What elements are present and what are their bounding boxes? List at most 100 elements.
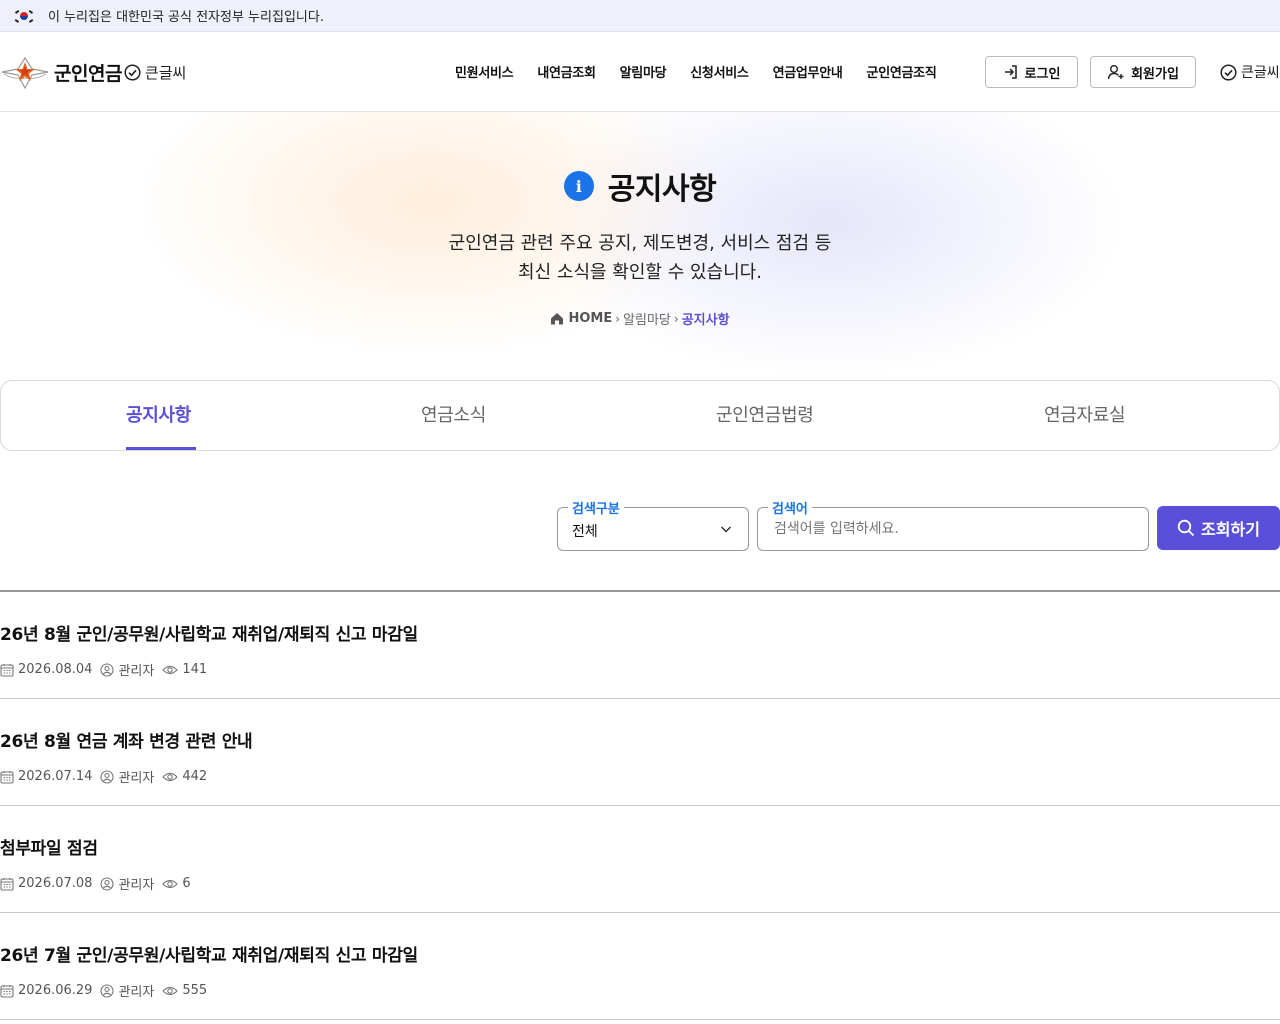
eye-icon xyxy=(162,986,179,995)
notice-date: 2026.08.04 xyxy=(0,662,92,677)
page-title: 공지사항 xyxy=(607,172,717,207)
notice-author-value: 관리자 xyxy=(118,664,155,679)
page-description: 군인연금 관련 주요 공지, 제도변경, 서비스 점검 등 최신 소식을 확인할… xyxy=(0,229,1280,287)
gov-banner-text: 이 누리집은 대한민국 공식 전자정부 누리집입니다. xyxy=(48,10,324,25)
login-label: 로그인 xyxy=(1024,66,1061,82)
description-line-2: 최신 소식을 확인할 수 있습니다. xyxy=(518,262,762,283)
notice-meta: 2026.07.14 관리자 442 xyxy=(0,767,215,786)
calendar-icon xyxy=(0,877,14,891)
big-letter-toggle[interactable]: 큰글씨 xyxy=(124,62,186,83)
notice-meta: 2026.07.08 관리자 6 xyxy=(0,874,199,893)
notice-date-value: 2026.08.04 xyxy=(18,662,93,677)
check-circle-icon xyxy=(1220,63,1237,81)
search-keyword-field[interactable]: 검색어 xyxy=(757,498,1149,551)
tab-notice[interactable]: 공지사항 xyxy=(126,401,191,427)
notice-title[interactable]: 26년 7월 군인/공무원/사립학교 재취업/재퇴직 신고 마감일 xyxy=(0,941,418,966)
search-icon xyxy=(1177,519,1195,537)
notice-views-value: 141 xyxy=(182,662,208,677)
logo-title: 군인연금 xyxy=(54,62,122,85)
notice-meta: 2026.08.04 관리자 141 xyxy=(0,660,215,679)
notice-date: 2026.06.29 xyxy=(0,983,92,998)
notice-views-value: 442 xyxy=(182,769,208,784)
notice-date: 2026.07.08 xyxy=(0,876,92,891)
notice-author-value: 관리자 xyxy=(118,985,155,1000)
notice-date-value: 2026.07.08 xyxy=(18,876,93,891)
tab-pension-archive[interactable]: 연금자료실 xyxy=(1044,401,1126,427)
nav-item-my-pension[interactable]: 내연금조회 xyxy=(537,62,596,81)
notice-author-value: 관리자 xyxy=(118,771,155,786)
notice-views: 6 xyxy=(162,876,191,891)
nav-item-application[interactable]: 신청서비스 xyxy=(690,62,749,81)
notice-views-value: 6 xyxy=(182,876,191,891)
add-user-icon xyxy=(1107,65,1124,80)
breadcrumb-home-label: HOME xyxy=(568,311,613,326)
user-circle-icon xyxy=(100,876,114,891)
eye-icon xyxy=(162,665,179,674)
notice-date-value: 2026.07.14 xyxy=(18,769,93,784)
big-letter-label: 큰글씨 xyxy=(144,63,187,82)
login-icon xyxy=(1004,65,1017,79)
list-item[interactable]: 26년 7월 군인/공무원/사립학교 재취업/재퇴직 신고 마감일 2026.0… xyxy=(0,913,1280,1020)
notice-title[interactable]: 26년 8월 연금 계좌 변경 관련 안내 xyxy=(0,727,253,752)
nav-item-civil-service[interactable]: 민원서비스 xyxy=(455,62,514,81)
nav-item-notice-board[interactable]: 알림마당 xyxy=(620,62,667,81)
emblem-icon xyxy=(0,50,50,94)
gov-banner: 이 누리집은 대한민국 공식 전자정부 누리집입니다. xyxy=(0,0,1280,32)
notice-date: 2026.07.14 xyxy=(0,769,92,784)
user-circle-icon xyxy=(100,769,114,784)
eye-icon xyxy=(162,772,179,781)
site-header: 군인연금 큰글씨 민원서비스 내연금조회 알림마당 신청서비스 연금업무안내 군… xyxy=(0,32,1280,112)
notice-author: 관리자 xyxy=(100,981,154,1000)
user-circle-icon xyxy=(100,983,114,998)
description-line-1: 군인연금 관련 주요 공지, 제도변경, 서비스 점검 등 xyxy=(448,233,832,254)
notice-author: 관리자 xyxy=(100,767,154,786)
join-label: 회원가입 xyxy=(1131,66,1179,82)
notice-views-value: 555 xyxy=(182,983,208,998)
chevron-down-icon xyxy=(720,526,732,533)
logo[interactable]: 군인연금 큰글씨 xyxy=(0,50,186,94)
search-button-label: 조회하기 xyxy=(1201,520,1260,539)
notice-list: 26년 8월 군인/공무원/사립학교 재취업/재퇴직 신고 마감일 2026.0… xyxy=(0,590,1280,1020)
calendar-icon xyxy=(0,663,14,677)
notice-title[interactable]: 첨부파일 점검 xyxy=(0,834,98,859)
eye-icon xyxy=(162,879,179,888)
big-letter-toggle-right[interactable]: 큰글씨 xyxy=(1220,62,1280,82)
breadcrumb-current: 공지사항 xyxy=(681,313,730,328)
join-button[interactable]: 회원가입 xyxy=(1090,56,1196,88)
info-icon: i xyxy=(563,171,594,201)
tab-pension-news[interactable]: 연금소식 xyxy=(421,401,486,427)
main-nav: 민원서비스 내연금조회 알림마당 신청서비스 연금업무안내 군인연금조직 xyxy=(455,62,961,81)
notice-meta: 2026.06.29 관리자 555 xyxy=(0,981,215,1000)
notice-author: 관리자 xyxy=(100,874,154,893)
list-item[interactable]: 26년 8월 군인/공무원/사립학교 재취업/재퇴직 신고 마감일 2026.0… xyxy=(0,592,1280,699)
search-button[interactable]: 조회하기 xyxy=(1157,506,1280,550)
hero-section: i 공지사항 군인연금 관련 주요 공지, 제도변경, 서비스 점검 등 최신 … xyxy=(0,112,1280,382)
notice-views: 442 xyxy=(162,769,207,784)
notice-author: 관리자 xyxy=(100,660,154,679)
user-circle-icon xyxy=(100,662,114,677)
breadcrumb: HOME › 알림마당 › 공지사항 xyxy=(0,309,1280,328)
list-item[interactable]: 첨부파일 점검 2026.07.08 관리자 6 xyxy=(0,806,1280,913)
list-item[interactable]: 26년 8월 연금 계좌 변경 관련 안내 2026.07.14 관리자 442 xyxy=(0,699,1280,806)
notice-title[interactable]: 26년 8월 군인/공무원/사립학교 재취업/재퇴직 신고 마감일 xyxy=(0,620,418,645)
search-category-label: 검색구분 xyxy=(568,498,624,517)
notice-author-value: 관리자 xyxy=(118,878,155,893)
notice-date-value: 2026.06.29 xyxy=(18,983,93,998)
notice-views: 141 xyxy=(162,662,207,677)
check-circle-icon xyxy=(124,63,141,81)
nav-item-organization[interactable]: 군인연금조직 xyxy=(867,62,937,81)
breadcrumb-parent[interactable]: 알림마당 xyxy=(623,309,671,328)
category-tabs: 공지사항 연금소식 군인연금법령 연금자료실 xyxy=(0,380,1280,451)
search-keyword-label: 검색어 xyxy=(768,498,812,517)
breadcrumb-home[interactable]: HOME xyxy=(550,311,612,326)
tab-pension-law[interactable]: 군인연금법령 xyxy=(716,401,814,427)
big-letter-right-label: 큰글씨 xyxy=(1241,65,1280,81)
active-tab-indicator xyxy=(126,447,196,450)
login-button[interactable]: 로그인 xyxy=(985,56,1078,88)
calendar-icon xyxy=(0,770,14,784)
home-icon xyxy=(551,313,564,325)
page-title-block: i 공지사항 xyxy=(0,164,1280,208)
search-category-select[interactable]: 검색구분 전체 xyxy=(557,498,749,551)
search-input[interactable] xyxy=(774,521,1134,537)
nav-item-guide[interactable]: 연금업무안내 xyxy=(773,62,843,81)
